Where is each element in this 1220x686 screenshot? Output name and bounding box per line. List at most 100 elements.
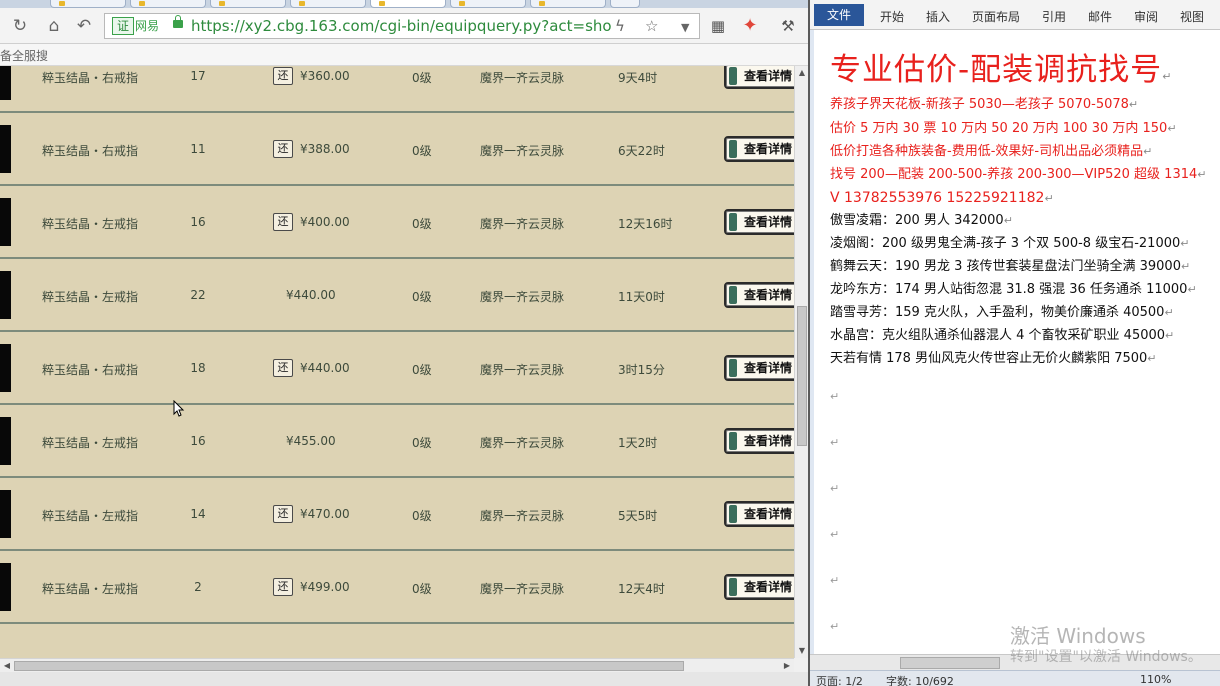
item-thumbnail[interactable] [0, 417, 11, 465]
return-badge: 还 [273, 505, 293, 523]
item-price: ¥440.00 [300, 361, 350, 375]
document-page[interactable]: 专业估价-配装调抗找号↵ 养孩子界天花板-新孩子 5030—老孩子 5070-5… [814, 30, 1220, 654]
browser-tab[interactable] [210, 0, 286, 8]
item-server: 魔界一齐云灵脉 [480, 71, 565, 85]
item-price: ¥470.00 [300, 507, 350, 521]
favorites-item[interactable]: 备全服搜 [0, 47, 48, 64]
status-zoom[interactable]: 110% [1140, 673, 1171, 686]
table-row: 粹玉结晶・左戒指 16 ¥455.00 0级 魔界一齐云灵脉 1天2时 查看详情 [0, 405, 794, 478]
tab-view[interactable]: 视图 [1180, 8, 1204, 25]
tab-file[interactable]: 文件 [814, 4, 864, 26]
tab-home[interactable]: 开始 [880, 8, 904, 25]
tab-page-layout[interactable]: 页面布局 [972, 8, 1020, 25]
scroll-up-icon[interactable]: ▲ [795, 66, 808, 80]
item-price: ¥400.00 [300, 215, 350, 229]
view-details-button[interactable]: 查看详情 [724, 136, 794, 162]
item-name[interactable]: 粹玉结晶・左戒指 [42, 507, 138, 524]
grid-icon[interactable]: ▦ [706, 14, 730, 38]
item-name[interactable]: 粹玉结晶・右戒指 [42, 142, 138, 159]
home-icon[interactable]: ⌂ [42, 14, 66, 38]
view-details-button[interactable]: 查看详情 [724, 66, 794, 89]
item-thumbnail[interactable] [0, 198, 11, 246]
item-server: 魔界一齐云灵脉 [480, 217, 565, 231]
scroll-down-icon[interactable]: ▼ [795, 644, 808, 658]
doc-line: 水晶宫：克火组队通杀仙器混人 4 个畜牧采矿职业 45000↵ [830, 328, 1175, 343]
chevron-down-icon[interactable]: ▼ [681, 18, 689, 38]
empty-paragraph: ↵ [830, 436, 840, 449]
new-tab-button[interactable] [610, 0, 640, 8]
refresh-icon[interactable]: ↻ [8, 14, 32, 38]
item-thumbnail[interactable] [0, 125, 11, 173]
table-row: 粹玉结晶・右戒指 18 还 ¥440.00 0级 魔界一齐云灵脉 3时15分 查看详情 [0, 332, 794, 405]
tab-mailings[interactable]: 邮件 [1088, 8, 1112, 25]
item-thumbnail[interactable] [0, 271, 11, 319]
item-server: 魔界一齐云灵脉 [480, 290, 565, 304]
word-window: 文件 开始 插入 页面布局 引用 邮件 审阅 视图 专业估价-配装调抗找号↵ 养… [808, 0, 1220, 686]
doc-line: 踏雪寻芳：159 克火队，入手盈利，物美价廉通杀 40500↵ [830, 305, 1174, 320]
item-name[interactable]: 粹玉结晶・右戒指 [42, 361, 138, 378]
item-grade: 0级 [412, 71, 432, 85]
item-name[interactable]: 粹玉结晶・左戒指 [42, 288, 138, 305]
tab-references[interactable]: 引用 [1042, 8, 1066, 25]
item-grade: 0级 [412, 144, 432, 158]
tab-review[interactable]: 审阅 [1134, 8, 1158, 25]
url-text[interactable]: https://xy2.cbg.163.com/cgi-bin/equipque… [191, 16, 611, 36]
table-row: 粹玉结晶・右戒指 11 还 ¥388.00 0级 魔界一齐云灵脉 6天22时 查看详情 [0, 113, 794, 186]
certificate-badge[interactable]: 证 [112, 17, 135, 35]
view-details-button[interactable]: 查看详情 [724, 574, 794, 600]
empty-paragraph: ↵ [830, 528, 840, 541]
item-thumbnail[interactable] [0, 66, 11, 100]
undo-icon[interactable]: ↶ [72, 14, 96, 38]
scroll-thumb[interactable] [900, 657, 1000, 669]
item-name[interactable]: 粹玉结晶・左戒指 [42, 215, 138, 232]
view-details-button[interactable]: 查看详情 [724, 501, 794, 527]
wrench-icon[interactable]: ⚒ [776, 14, 800, 38]
browser-tab[interactable] [130, 0, 206, 8]
browser-tab[interactable] [50, 0, 126, 8]
empty-paragraph: ↵ [830, 390, 840, 403]
navigation-bar: ↻ ⌂ ↶ 证 网易 https://xy2.cbg.163.com/cgi-b… [0, 8, 808, 44]
item-server: 魔界一齐云灵脉 [480, 144, 565, 158]
doc-line: 鹤舞云天：190 男龙 3 孩传世套装星盘法门坐骑全满 39000↵ [830, 259, 1191, 274]
browser-tab[interactable] [530, 0, 606, 8]
item-level: 17 [190, 69, 206, 83]
scroll-left-icon[interactable]: ◀ [0, 659, 14, 673]
lightning-icon[interactable]: ϟ [615, 16, 625, 36]
item-level: 16 [190, 215, 206, 229]
item-price: ¥499.00 [300, 580, 350, 594]
view-details-button[interactable]: 查看详情 [724, 428, 794, 454]
item-name[interactable]: 粹玉结晶・左戒指 [42, 434, 138, 451]
browser-tab[interactable] [450, 0, 526, 8]
view-details-button[interactable]: 查看详情 [724, 209, 794, 235]
table-row: 粹玉结晶・右戒指 17 还 ¥360.00 0级 魔界一齐云灵脉 9天4时 查看详情 [0, 66, 794, 113]
gamepad-icon[interactable]: ✦ [738, 14, 762, 38]
item-name[interactable]: 粹玉结晶・左戒指 [42, 580, 138, 597]
item-time-left: 3时15分 [618, 363, 665, 377]
horizontal-scrollbar[interactable]: ◀ ▶ [0, 658, 794, 672]
status-word-count[interactable]: 字数: 10/692 [886, 673, 954, 686]
item-thumbnail[interactable] [0, 563, 11, 611]
item-price: ¥440.00 [286, 288, 336, 302]
scroll-thumb[interactable] [14, 661, 684, 671]
status-page[interactable]: 页面: 1/2 [816, 673, 863, 686]
item-name[interactable]: 粹玉结晶・右戒指 [42, 69, 138, 86]
scroll-right-icon[interactable]: ▶ [780, 659, 794, 673]
view-details-button[interactable]: 查看详情 [724, 355, 794, 381]
item-server: 魔界一齐云灵脉 [480, 509, 565, 523]
vertical-scrollbar[interactable]: ▲ ▼ [794, 66, 808, 658]
item-server: 魔界一齐云灵脉 [480, 582, 565, 596]
browser-tab-active[interactable] [370, 0, 446, 8]
view-details-button[interactable]: 查看详情 [724, 282, 794, 308]
doc-line-phone: V 13782553976 15225921182↵ [830, 190, 1054, 206]
scroll-thumb[interactable] [797, 306, 807, 446]
item-thumbnail[interactable] [0, 490, 11, 538]
listing-content: 粹玉结晶・右戒指 17 还 ¥360.00 0级 魔界一齐云灵脉 9天4时 查看详情 粹玉结晶・… [0, 66, 794, 658]
item-time-left: 11天0时 [618, 290, 665, 304]
item-thumbnail[interactable] [0, 344, 11, 392]
star-icon[interactable]: ☆ [645, 16, 658, 36]
tab-insert[interactable]: 插入 [926, 8, 950, 25]
table-row: 粹玉结晶・左戒指 2 还 ¥499.00 0级 魔界一齐云灵脉 12天4时 查看详情 [0, 551, 794, 624]
browser-tab[interactable] [290, 0, 366, 8]
item-time-left: 9天4时 [618, 71, 658, 85]
address-bar[interactable]: 证 网易 https://xy2.cbg.163.com/cgi-bin/equ… [104, 13, 700, 39]
